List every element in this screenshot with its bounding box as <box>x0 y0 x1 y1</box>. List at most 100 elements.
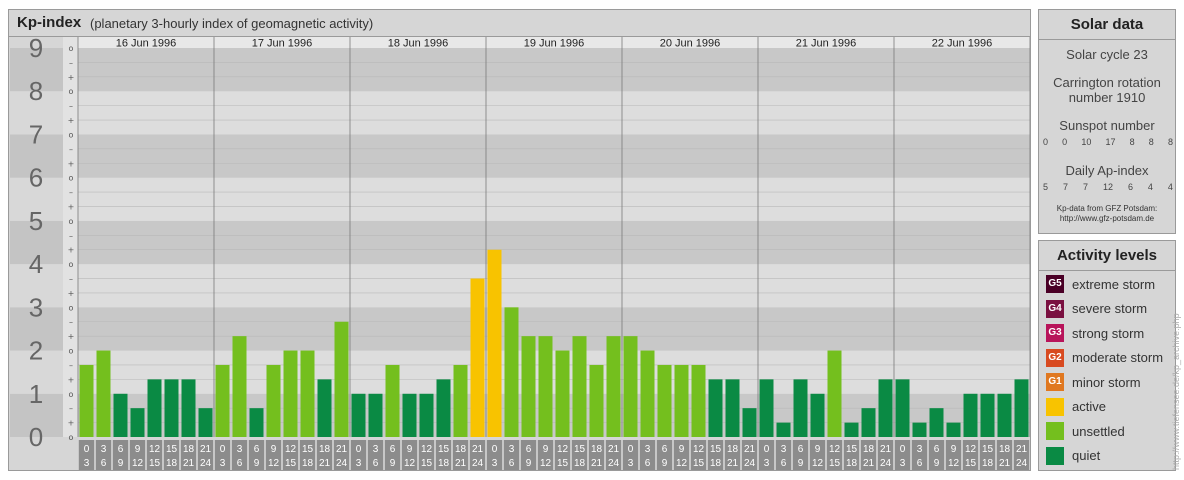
interval-end-label: 6 <box>509 458 515 469</box>
interval-end-label: 21 <box>319 458 331 469</box>
kp-bar <box>963 393 978 437</box>
sunspot-value: 8 <box>1148 137 1154 147</box>
kp-bar <box>300 350 315 437</box>
interval-end-label: 3 <box>84 458 90 469</box>
ap-index-values: 5 7 7 12 6 4 4 <box>1043 182 1173 192</box>
interval-end-label: 6 <box>373 458 379 469</box>
interval-end-label: 3 <box>492 458 498 469</box>
kp-bar <box>436 379 451 437</box>
kp-bar <box>810 393 825 437</box>
minor-tick-label: o <box>69 87 74 96</box>
kp-bar <box>419 393 434 437</box>
minor-tick-label: o <box>69 130 74 139</box>
interval-start-label: 12 <box>693 444 705 455</box>
minor-tick-label: + <box>68 289 75 298</box>
interval-end-label: 21 <box>455 458 467 469</box>
interval-start-label: 0 <box>220 444 226 455</box>
interval-end-label: 9 <box>254 458 260 469</box>
minor-tick-label: o <box>69 44 74 53</box>
interval-end-label: 6 <box>917 458 923 469</box>
ap-value: 4 <box>1167 182 1173 192</box>
minor-tick-label: o <box>69 174 74 183</box>
interval-end-label: 21 <box>183 458 195 469</box>
kp-bar <box>623 336 638 437</box>
kp-bar <box>657 364 672 437</box>
kp-bar <box>895 379 910 437</box>
y-tick-label: 2 <box>29 336 43 366</box>
interval-end-label: 3 <box>220 458 226 469</box>
kp-bar <box>725 379 740 437</box>
carrington-line-1: Carrington rotation <box>1053 75 1161 90</box>
solar-data-heading: Solar data <box>1039 10 1175 40</box>
activity-level-label: extreme storm <box>1072 276 1156 292</box>
kp-bar <box>572 336 587 437</box>
kp-bar <box>147 379 162 437</box>
kp-bar <box>283 350 298 437</box>
date-label: 21 Jun 1996 <box>796 38 857 50</box>
interval-end-label: 3 <box>900 458 906 469</box>
interval-start-label: 15 <box>438 444 450 455</box>
activity-level-swatch: G5 <box>1046 275 1064 293</box>
interval-start-label: 3 <box>781 444 787 455</box>
sunspot-values: 0 0 10 17 8 8 8 <box>1043 137 1173 147</box>
interval-start-label: 6 <box>390 444 396 455</box>
interval-end-label: 12 <box>812 458 824 469</box>
activity-level-row: G3 strong storm <box>1046 323 1144 343</box>
minor-tick-label: – <box>69 318 73 327</box>
y-band <box>78 48 1030 92</box>
kp-bar <box>368 393 383 437</box>
interval-end-label: 15 <box>829 458 841 469</box>
kp-bar <box>453 364 468 437</box>
source-watermark: http://www.tiefensee.de/kp_archive.php <box>1171 313 1181 470</box>
activity-level-swatch <box>1046 446 1064 465</box>
kp-bar <box>521 336 536 437</box>
y-band <box>78 134 1030 178</box>
credit-link[interactable]: http://www.gfz-potsdam.de <box>1039 214 1175 224</box>
sunspot-value: 8 <box>1167 137 1173 147</box>
minor-tick-label: + <box>68 73 75 82</box>
interval-end-label: 18 <box>574 458 586 469</box>
minor-tick-label: – <box>69 231 73 240</box>
minor-tick-label: – <box>69 102 73 111</box>
chart-subtitle: (planetary 3-hourly index of geomagnetic… <box>90 16 374 31</box>
interval-start-label: 12 <box>557 444 569 455</box>
interval-end-label: 24 <box>1016 458 1028 469</box>
interval-start-label: 6 <box>118 444 124 455</box>
solar-cycle: Solar cycle 23 <box>1066 47 1148 62</box>
interval-start-label: 3 <box>509 444 515 455</box>
interval-start-label: 3 <box>237 444 243 455</box>
kp-bar <box>504 307 519 437</box>
interval-start-label: 15 <box>846 444 858 455</box>
interval-end-label: 3 <box>764 458 770 469</box>
minor-tick-label: + <box>68 419 75 428</box>
kp-bar <box>708 379 723 437</box>
interval-end-label: 12 <box>948 458 960 469</box>
kp-bar <box>164 379 179 437</box>
activity-level-label: quiet <box>1072 448 1101 463</box>
activity-levels-heading: Activity levels <box>1039 241 1175 271</box>
kp-bar <box>317 379 332 437</box>
interval-start-label: 3 <box>101 444 107 455</box>
interval-end-label: 6 <box>781 458 787 469</box>
interval-start-label: 0 <box>628 444 634 455</box>
kp-bar <box>249 408 264 437</box>
activity-level-label: minor storm <box>1072 374 1141 390</box>
kp-bar <box>793 379 808 437</box>
y-tick-label: 6 <box>29 163 43 193</box>
interval-start-label: 18 <box>999 444 1011 455</box>
interval-start-label: 6 <box>798 444 804 455</box>
carrington-line-2: number 1910 <box>1068 90 1146 105</box>
interval-end-label: 9 <box>118 458 124 469</box>
kp-bar <box>980 393 995 437</box>
interval-end-label: 21 <box>727 458 739 469</box>
kp-bar <box>215 364 230 437</box>
kp-bar <box>266 364 281 437</box>
sunspot-value: 0 <box>1043 137 1049 147</box>
minor-tick-label: o <box>69 433 74 442</box>
kp-bar <box>487 249 502 437</box>
interval-start-label: 9 <box>543 444 549 455</box>
interval-end-label: 9 <box>662 458 668 469</box>
interval-start-label: 3 <box>373 444 379 455</box>
y-band <box>78 177 1030 221</box>
kp-bar <box>198 408 213 437</box>
